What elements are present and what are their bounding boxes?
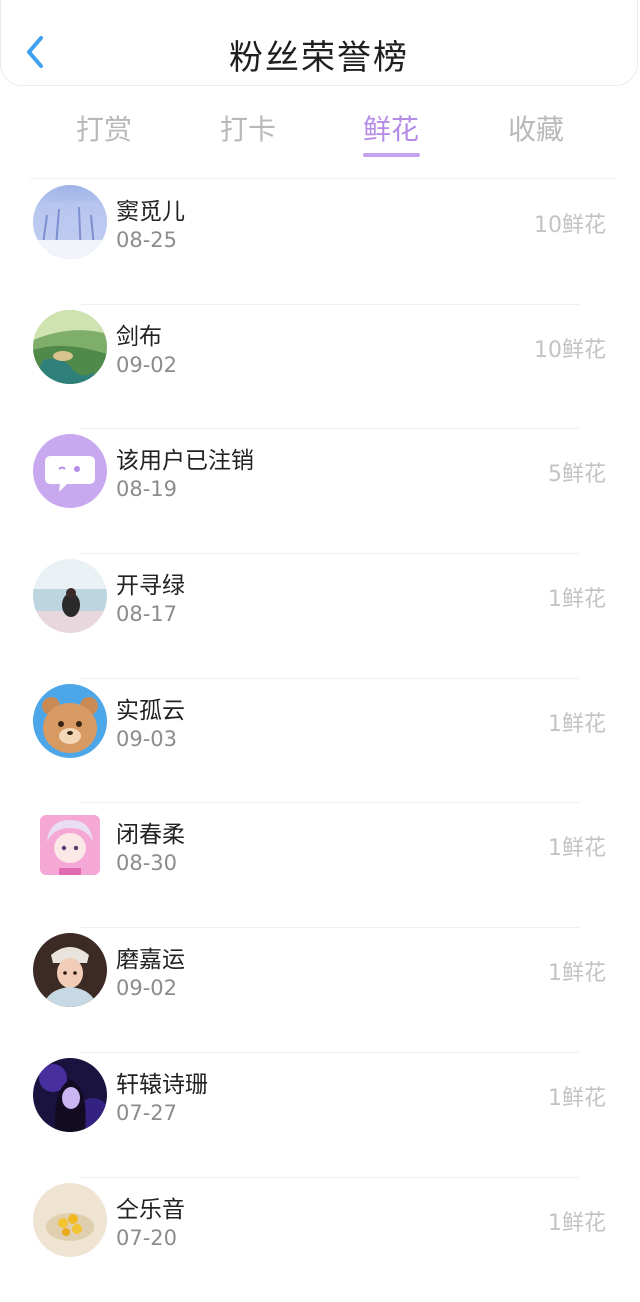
avatar: [33, 1058, 107, 1132]
fan-name: 闭春柔: [116, 815, 185, 849]
list-item[interactable]: 实孤云 09-03 1鲜花: [0, 679, 640, 804]
fan-date: 09-03: [116, 727, 177, 751]
fan-name: 实孤云: [116, 691, 185, 725]
flower-count: 1鲜花: [548, 706, 606, 738]
fan-name: 该用户已注销: [116, 441, 254, 475]
flower-count: 10鲜花: [534, 332, 606, 364]
tab-checkin[interactable]: 打卡: [188, 108, 308, 148]
top-bar: 粉丝荣誉榜: [0, 0, 638, 86]
fan-name: 剑布: [116, 317, 162, 351]
avatar: [33, 933, 107, 1007]
list-item[interactable]: 剑布 09-02 10鲜花: [0, 305, 640, 430]
active-tab-indicator: [363, 153, 420, 157]
fan-date: 08-25: [116, 228, 177, 252]
avatar: [33, 1183, 107, 1257]
fan-date: 08-19: [116, 477, 177, 501]
list-item[interactable]: 窦觅儿 08-25 10鲜花: [0, 180, 640, 305]
list-item[interactable]: 磨嘉运 09-02 1鲜花: [0, 928, 640, 1053]
page-title: 粉丝荣誉榜: [1, 30, 637, 79]
flower-count: 1鲜花: [548, 830, 606, 862]
fan-name: 轩辕诗珊: [116, 1065, 208, 1099]
fan-list: 窦觅儿 08-25 10鲜花 剑布 09-02 10鲜花: [0, 180, 640, 1302]
flower-count: 1鲜花: [548, 955, 606, 987]
list-item[interactable]: 仝乐音 07-20 1鲜花: [0, 1178, 640, 1302]
fan-name: 磨嘉运: [116, 940, 185, 974]
avatar: [33, 808, 107, 882]
flower-count: 1鲜花: [548, 581, 606, 613]
list-item[interactable]: 开寻绿 08-17 1鲜花: [0, 554, 640, 679]
avatar: [33, 310, 107, 384]
fan-date: 09-02: [116, 976, 177, 1000]
list-item[interactable]: 闭春柔 08-30 1鲜花: [0, 803, 640, 928]
flower-count: 5鲜花: [548, 456, 606, 488]
avatar: [33, 434, 107, 508]
fan-name: 仝乐音: [116, 1190, 185, 1224]
fan-date: 09-02: [116, 353, 177, 377]
tab-flowers[interactable]: 鲜花: [331, 108, 451, 148]
flower-count: 1鲜花: [548, 1080, 606, 1112]
tab-reward[interactable]: 打赏: [44, 108, 164, 148]
flower-count: 10鲜花: [534, 207, 606, 239]
tab-bar: 打赏 打卡 鲜花 收藏: [0, 100, 640, 160]
avatar: [33, 684, 107, 758]
tab-favorites[interactable]: 收藏: [476, 108, 596, 148]
avatar: [33, 185, 107, 259]
avatar: [33, 559, 107, 633]
list-item[interactable]: 该用户已注销 08-19 5鲜花: [0, 429, 640, 554]
fan-date: 08-30: [116, 851, 177, 875]
flower-count: 1鲜花: [548, 1205, 606, 1237]
fan-date: 07-20: [116, 1226, 177, 1250]
list-item[interactable]: 轩辕诗珊 07-27 1鲜花: [0, 1053, 640, 1178]
tab-divider: [30, 178, 616, 179]
fan-date: 07-27: [116, 1101, 177, 1125]
fan-date: 08-17: [116, 602, 177, 626]
fan-name: 窦觅儿: [116, 192, 185, 226]
fan-name: 开寻绿: [116, 566, 185, 600]
